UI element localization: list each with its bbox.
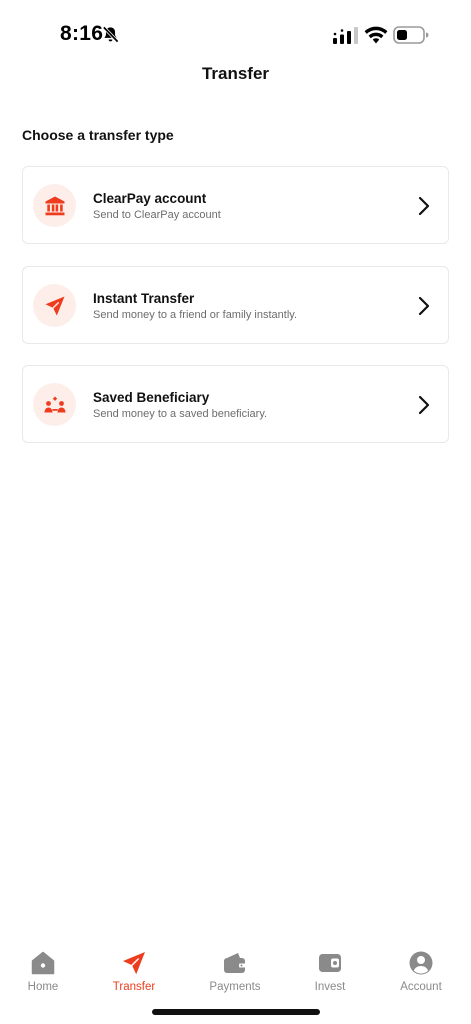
option-title: Saved Beneficiary — [93, 390, 210, 405]
battery-icon — [393, 26, 429, 44]
nav-label: Transfer — [112, 981, 156, 993]
section-title: Choose a transfer type — [22, 127, 174, 143]
option-subtitle: Send money to a friend or family instant… — [93, 309, 298, 321]
home-indicator — [152, 1009, 320, 1015]
option-icon-container — [33, 284, 76, 327]
option-title: ClearPay account — [93, 191, 207, 206]
option-title: Instant Transfer — [93, 291, 195, 306]
nav-item-account[interactable]: Account — [381, 945, 461, 1000]
beneficiary-icon — [44, 396, 65, 412]
transfer-screen: 8:16 Transfer Choose a transfer type Cle… — [0, 0, 471, 1024]
option-subtitle: Send money to a saved beneficiary. — [93, 408, 268, 420]
user-icon — [409, 951, 433, 975]
payments-icon — [224, 953, 246, 973]
nav-item-invest[interactable]: Invest — [290, 945, 370, 1000]
wallet-icon — [319, 954, 341, 972]
transfer-option-clearpay[interactable]: ClearPay account Send to ClearPay accoun… — [22, 166, 449, 244]
wifi-icon — [364, 26, 388, 44]
nav-item-transfer[interactable]: Transfer — [94, 945, 174, 1000]
chevron-right-icon — [418, 196, 430, 216]
nav-label: Home — [27, 981, 59, 993]
page-title: Transfer — [201, 64, 270, 83]
status-time: 8:16 — [60, 22, 104, 45]
nav-label: Account — [400, 981, 442, 993]
nav-label: Invest — [314, 981, 346, 993]
chevron-right-icon — [418, 395, 430, 415]
bell-slash-icon — [102, 26, 119, 43]
nav-label: Payments — [209, 981, 261, 993]
bottom-nav: Home Transfer Payments Invest Account — [0, 945, 471, 1000]
transfer-option-instant[interactable]: Instant Transfer Send money to a friend … — [22, 266, 449, 344]
paper-plane-icon — [45, 296, 64, 315]
signal-icon — [333, 27, 358, 44]
nav-item-home[interactable]: Home — [3, 945, 83, 1000]
chevron-right-icon — [418, 296, 430, 316]
transfer-option-saved-beneficiary[interactable]: Saved Beneficiary Send money to a saved … — [22, 365, 449, 443]
home-icon — [31, 951, 55, 975]
option-subtitle: Send to ClearPay account — [93, 209, 221, 221]
option-icon-container — [33, 184, 76, 227]
bank-icon — [45, 196, 64, 215]
paper-plane-icon — [123, 952, 145, 975]
nav-item-payments[interactable]: Payments — [195, 945, 275, 1000]
status-bar: 8:16 — [0, 0, 471, 60]
option-icon-container — [33, 383, 76, 426]
